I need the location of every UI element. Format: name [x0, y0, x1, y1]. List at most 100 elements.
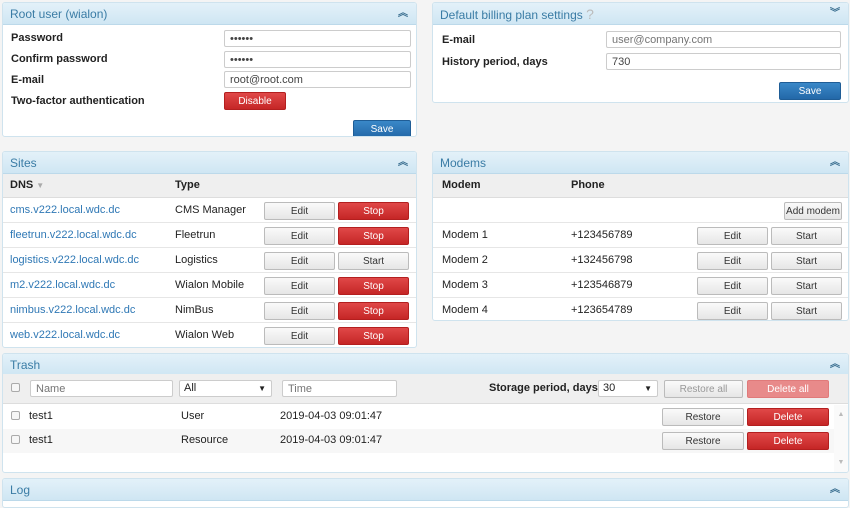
type-filter-select[interactable]: All ▼	[179, 380, 272, 397]
delete-button[interactable]: Delete	[747, 408, 829, 426]
edit-button[interactable]: Edit	[264, 227, 335, 245]
edit-button[interactable]: Edit	[264, 202, 335, 220]
column-modem: Modem	[442, 179, 481, 191]
edit-button[interactable]: Edit	[697, 252, 768, 270]
site-row: cms.v222.local.wdc.dc CMS Manager Edit S…	[3, 198, 416, 223]
site-dns-link[interactable]: m2.v222.local.wdc.dc	[10, 273, 115, 297]
root-user-panel: Root user (wialon) ︽ Password Confirm pas…	[2, 2, 417, 137]
confirm-password-input[interactable]	[224, 51, 411, 68]
modem-row: Modem 3 +123546879 Edit Start	[433, 273, 848, 298]
panel-title: Sites	[10, 156, 37, 170]
modem-phone: +123456789	[571, 229, 633, 241]
site-row: logistics.v222.local.wdc.dc Logistics Ed…	[3, 248, 416, 273]
delete-button[interactable]: Delete	[747, 432, 829, 450]
column-phone: Phone	[571, 179, 605, 191]
start-button[interactable]: Start	[338, 252, 409, 270]
row-checkbox[interactable]	[11, 411, 20, 420]
billing-panel: Default billing plan settings ? ︾ E-mail …	[432, 2, 849, 103]
stop-button[interactable]: Stop	[338, 327, 409, 345]
restore-button[interactable]: Restore	[662, 408, 744, 426]
password-input[interactable]	[224, 30, 411, 47]
site-dns-link[interactable]: cms.v222.local.wdc.dc	[10, 198, 120, 222]
trash-item-type: Resource	[181, 434, 229, 446]
modem-name: Modem 1	[442, 229, 488, 241]
storage-period-select[interactable]: 30 ▼	[598, 380, 658, 397]
start-button[interactable]: Start	[771, 277, 842, 295]
save-button[interactable]: Save	[353, 120, 411, 136]
row-checkbox[interactable]	[11, 435, 20, 444]
email-input[interactable]	[224, 71, 411, 88]
name-filter-input[interactable]	[30, 380, 173, 397]
site-dns-link[interactable]: nimbus.v222.local.wdc.dc	[10, 298, 135, 322]
column-dns[interactable]: DNS ▼	[10, 179, 44, 191]
expand-icon[interactable]: ︾	[830, 3, 840, 25]
panel-title: Modems	[440, 156, 487, 170]
site-dns-link[interactable]: logistics.v222.local.wdc.dc	[10, 248, 139, 272]
sort-down-icon: ▼	[36, 181, 45, 190]
trash-item-time: 2019-04-03 09:01:47	[280, 434, 383, 446]
panel-header[interactable]: Modems ︽	[433, 152, 848, 174]
start-button[interactable]: Start	[771, 252, 842, 270]
panel-header[interactable]: Sites ︽	[3, 152, 416, 174]
time-filter-input[interactable]	[282, 380, 397, 397]
modem-name: Modem 4	[442, 304, 488, 316]
trash-row: test1 Resource 2019-04-03 09:01:47 Resto…	[3, 429, 834, 453]
edit-button[interactable]: Edit	[697, 277, 768, 295]
edit-button[interactable]: Edit	[264, 252, 335, 270]
dropdown-arrow-icon: ▼	[258, 384, 266, 393]
modem-row: Modem 4 +123654789 Edit Start	[433, 298, 848, 320]
collapse-icon[interactable]: ︽	[830, 354, 840, 376]
site-row: web.v222.local.wdc.dc Wialon Web Edit St…	[3, 323, 416, 347]
site-type: Fleetrun	[175, 229, 216, 241]
edit-button[interactable]: Edit	[264, 302, 335, 320]
delete-all-button[interactable]: Delete all	[747, 380, 829, 398]
save-button[interactable]: Save	[779, 82, 841, 100]
edit-button[interactable]: Edit	[697, 302, 768, 320]
trash-panel: Trash ︽ All▼ Storage period, days: 30▼ Re…	[2, 353, 849, 473]
disable-2fa-button[interactable]: Disable	[224, 92, 286, 110]
sites-panel: Sites ︽ DNS ▼ Type cms.v222.local.wdc.dc …	[2, 151, 417, 348]
add-modem-button[interactable]: Add modem	[784, 202, 842, 220]
password-label: Password	[11, 32, 63, 44]
panel-title: Trash	[10, 358, 41, 372]
edit-button[interactable]: Edit	[264, 327, 335, 345]
edit-button[interactable]: Edit	[697, 227, 768, 245]
edit-button[interactable]: Edit	[264, 277, 335, 295]
restore-button[interactable]: Restore	[662, 432, 744, 450]
site-type: CMS Manager	[175, 204, 246, 216]
select-all-checkbox[interactable]	[11, 383, 20, 392]
start-button[interactable]: Start	[771, 302, 842, 320]
stop-button[interactable]: Stop	[338, 302, 409, 320]
collapse-icon[interactable]: ︽	[830, 479, 840, 501]
start-button[interactable]: Start	[771, 227, 842, 245]
help-icon[interactable]: ?	[586, 6, 594, 22]
trash-item-time: 2019-04-03 09:01:47	[280, 410, 383, 422]
panel-header[interactable]: Trash ︽	[3, 354, 848, 376]
stop-button[interactable]: Stop	[338, 202, 409, 220]
email-label: E-mail	[442, 34, 476, 46]
panel-header[interactable]: Default billing plan settings ? ︾	[433, 3, 848, 25]
trash-row: test1 User 2019-04-03 09:01:47 Restore D…	[3, 405, 834, 429]
scrollbar[interactable]: ▲ ▼	[834, 405, 848, 472]
storage-period-label: Storage period, days:	[489, 382, 602, 394]
site-dns-link[interactable]: fleetrun.v222.local.wdc.dc	[10, 223, 137, 247]
panel-header[interactable]: Root user (wialon) ︽	[3, 3, 416, 25]
stop-button[interactable]: Stop	[338, 227, 409, 245]
site-row: nimbus.v222.local.wdc.dc NimBus Edit Sto…	[3, 298, 416, 323]
site-type: Wialon Web	[175, 329, 235, 341]
trash-item-name: test1	[29, 434, 53, 446]
modem-name: Modem 3	[442, 279, 488, 291]
panel-header[interactable]: Log ︽	[3, 479, 848, 501]
collapse-icon[interactable]: ︽	[830, 152, 840, 174]
stop-button[interactable]: Stop	[338, 277, 409, 295]
site-type: NimBus	[175, 304, 214, 316]
collapse-icon[interactable]: ︽	[398, 3, 408, 25]
history-period-input[interactable]	[606, 53, 841, 70]
site-dns-link[interactable]: web.v222.local.wdc.dc	[10, 323, 120, 347]
collapse-icon[interactable]: ︽	[398, 152, 408, 174]
modem-phone: +132456798	[571, 254, 633, 266]
modem-row: Modem 2 +132456798 Edit Start	[433, 248, 848, 273]
restore-all-button[interactable]: Restore all	[664, 380, 743, 398]
email-input[interactable]	[606, 31, 841, 48]
trash-item-type: User	[181, 410, 205, 422]
